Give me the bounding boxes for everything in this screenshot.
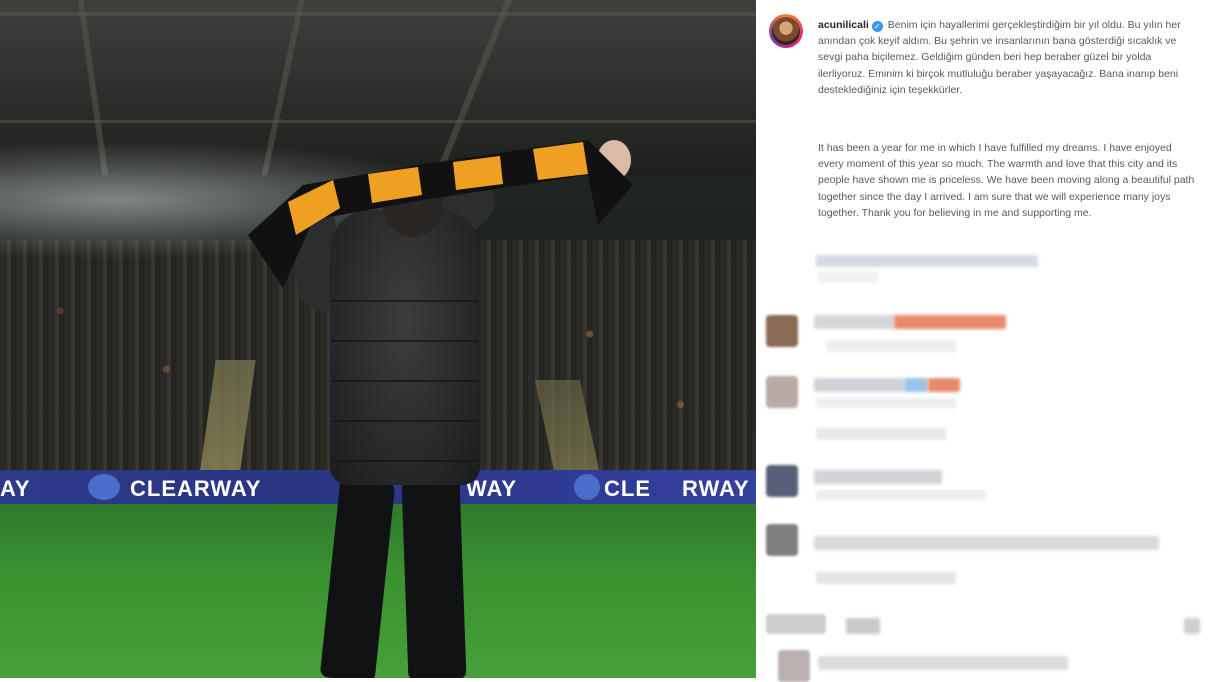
coat-quilt-line <box>332 380 478 382</box>
post-photo: AY CLEARWAY WAY CLE RWAY <box>0 0 756 678</box>
blurred-comment <box>816 572 956 584</box>
blurred-comment <box>816 428 946 440</box>
blurred-comment <box>818 272 878 282</box>
roof-beam <box>0 120 756 123</box>
verified-badge-icon: ✓ <box>871 21 883 32</box>
avatar[interactable] <box>769 14 803 48</box>
blurred-comment <box>816 255 1038 267</box>
hoarding-text: CLEARWAY <box>130 476 262 501</box>
blurred-avatar <box>778 650 810 682</box>
blurred-comment <box>814 378 904 392</box>
caption-panel: acunilicali ✓ Benim için hayallerimi gerçe… <box>756 0 1208 682</box>
caption-english: It has been a year for me in which I hav… <box>818 142 1195 219</box>
blurred-comment <box>846 618 880 634</box>
person-leg <box>401 479 467 678</box>
hoarding-text: CLE <box>604 476 651 501</box>
coat-quilt-line <box>332 340 478 342</box>
blurred-comment <box>1184 618 1200 634</box>
caption-turkish: acunilicali ✓ Benim için hayallerimi gerçe… <box>818 17 1198 98</box>
blurred-avatar <box>766 376 798 408</box>
blurred-comment <box>826 340 956 352</box>
blurred-avatar <box>766 524 798 556</box>
caption-text-tr: Benim için hayallerimi gerçekleştirdiğim… <box>818 19 1181 96</box>
blurred-comment <box>814 315 894 329</box>
blurred-comment <box>928 378 960 392</box>
blurred-avatar <box>766 465 798 497</box>
blurred-avatar <box>766 614 826 634</box>
hoarding-text: AY <box>0 476 31 501</box>
blurred-comment <box>814 536 1159 550</box>
username-link[interactable]: acunilicali <box>818 19 869 31</box>
coat-quilt-line <box>332 300 478 302</box>
blurred-comment <box>894 315 1006 329</box>
avatar-image <box>772 17 800 45</box>
hoarding-text: RWAY <box>682 476 750 501</box>
hoarding-logo <box>88 474 120 500</box>
blurred-comment <box>814 470 942 484</box>
blurred-comment <box>816 490 986 500</box>
scarf-graphic <box>248 140 633 288</box>
blurred-comment <box>904 378 928 392</box>
hoarding-logo <box>574 474 600 500</box>
blurred-comment <box>818 656 1068 670</box>
coat-quilt-line <box>332 420 478 422</box>
coat-quilt-line <box>332 460 478 462</box>
blurred-comment <box>816 398 956 408</box>
roof-beam <box>0 12 756 16</box>
blurred-avatar <box>766 315 798 347</box>
